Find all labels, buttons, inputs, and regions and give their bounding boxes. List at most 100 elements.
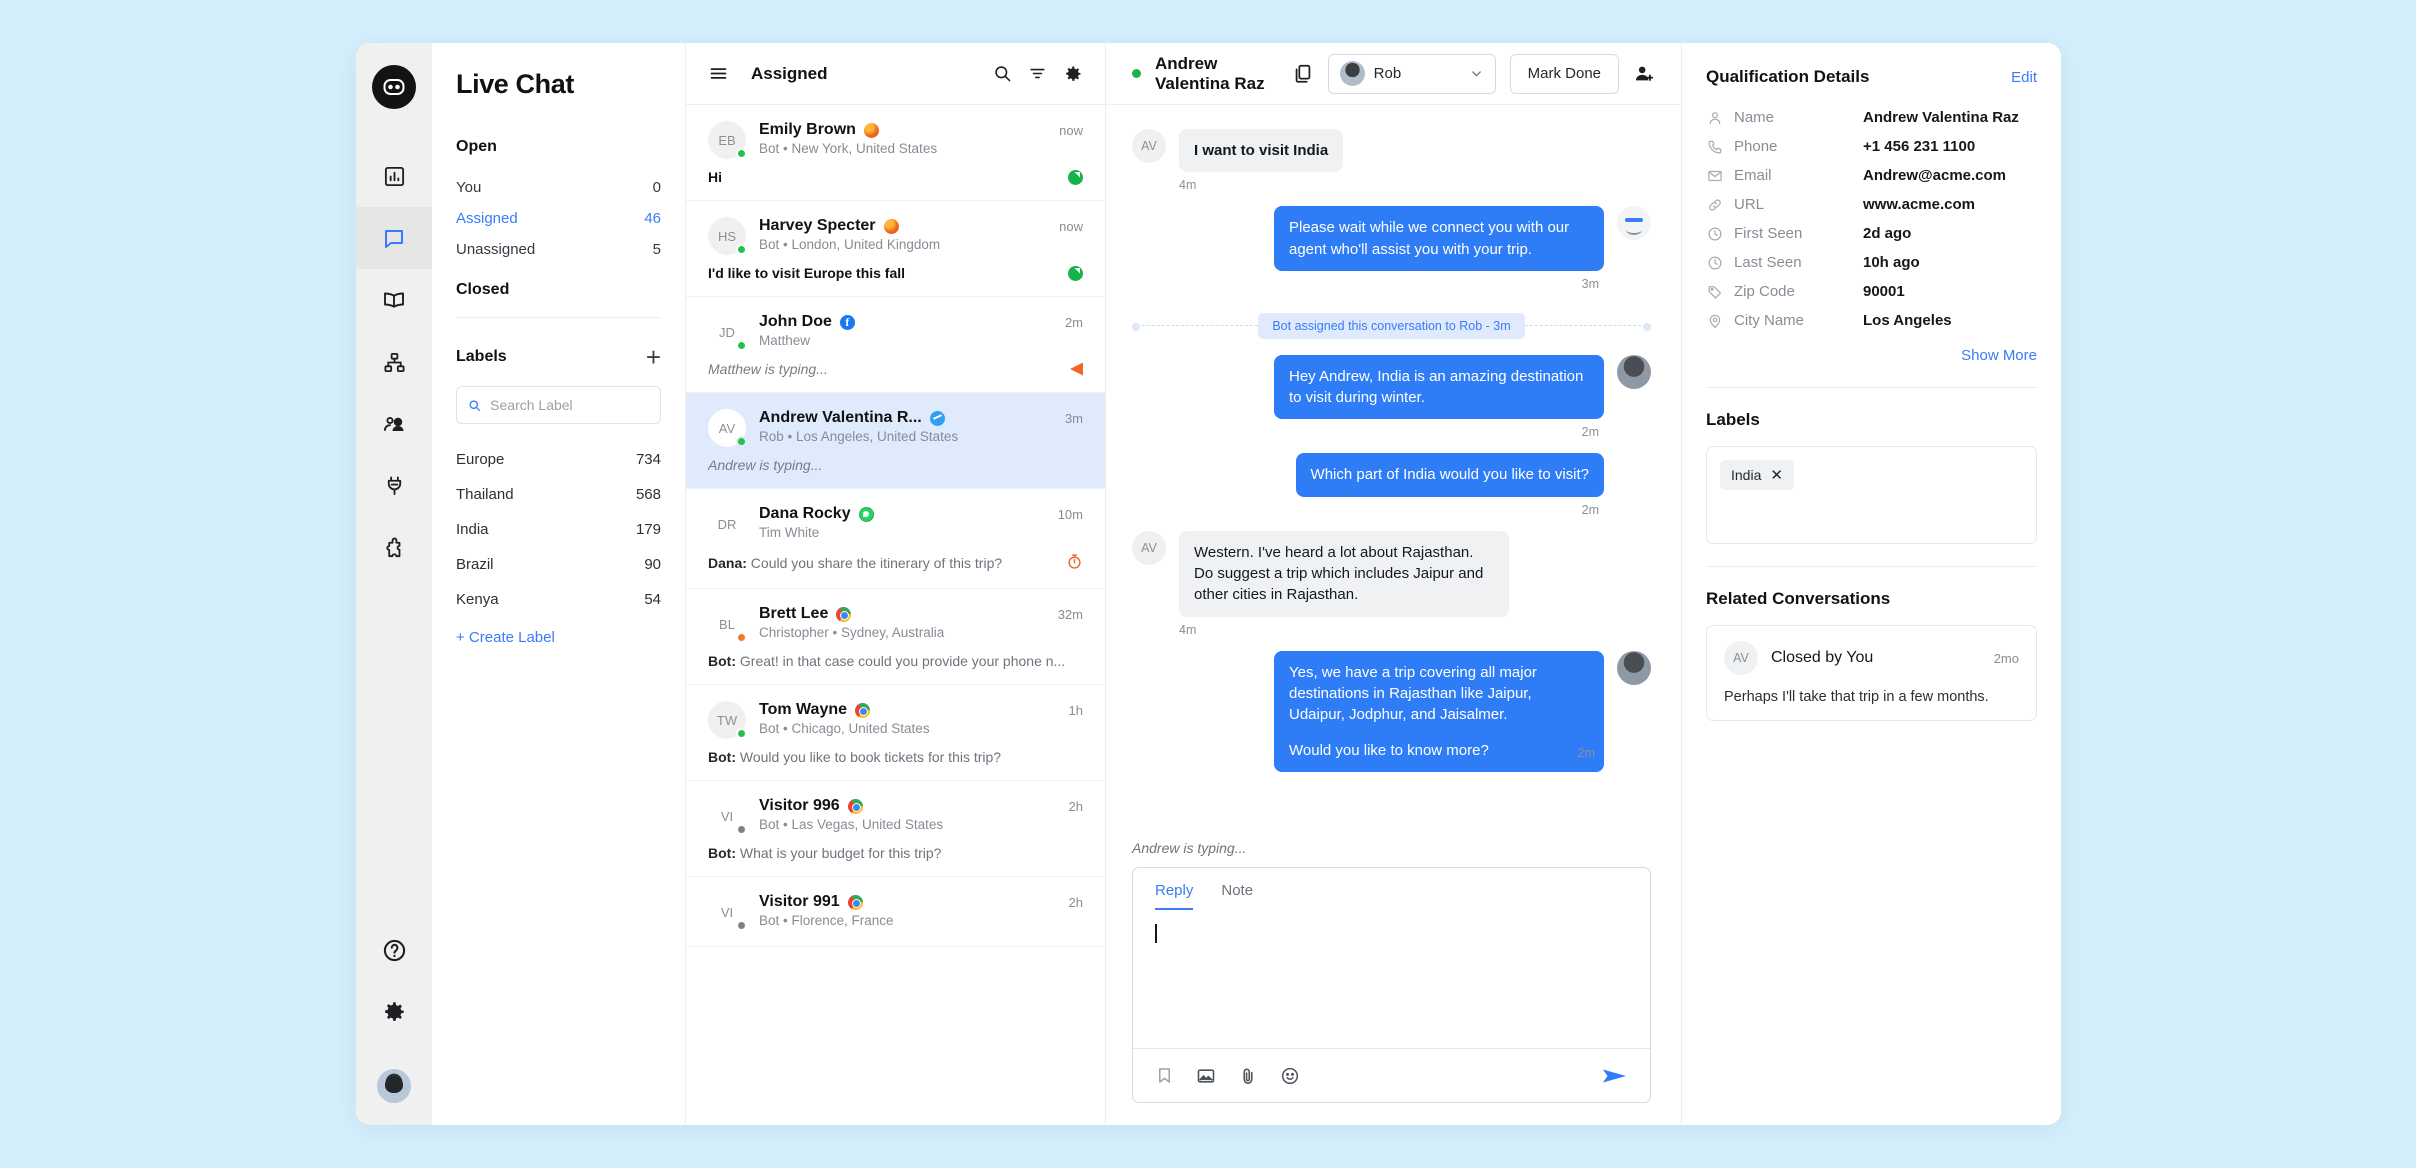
related-conversation-item[interactable]: AV Closed by You 2mo Perhaps I'll take t… — [1706, 625, 2037, 721]
label-item-india[interactable]: India 179 — [456, 512, 661, 547]
help-question-icon[interactable] — [356, 919, 432, 981]
copy-transcript-icon[interactable] — [1292, 63, 1314, 85]
sidebar-item-assigned[interactable]: Assigned 46 — [456, 203, 661, 234]
message-bubble: Hey Andrew, India is an amazing destinat… — [1274, 354, 1604, 420]
gear-icon[interactable] — [1063, 64, 1083, 84]
hamburger-menu-icon[interactable] — [708, 63, 729, 84]
settings-gear-icon[interactable] — [356, 981, 432, 1043]
label-name: Thailand — [456, 486, 514, 503]
search-icon — [469, 399, 481, 411]
search-icon[interactable] — [993, 64, 1012, 83]
closed-section-title[interactable]: Closed — [456, 281, 661, 299]
tab-reply[interactable]: Reply — [1155, 882, 1194, 910]
open-section-title: Open — [456, 138, 497, 155]
show-more-row: Show More — [1706, 347, 2037, 365]
person-icon — [1706, 110, 1723, 126]
create-label-button[interactable]: + Create Label — [456, 629, 661, 646]
conversation-time: 2m — [1064, 315, 1083, 330]
divider-line — [1524, 322, 1652, 331]
edit-button[interactable]: Edit — [2011, 69, 2037, 86]
related-conversations-title: Related Conversations — [1706, 589, 1891, 608]
emoji-smiley-icon[interactable] — [1280, 1066, 1300, 1086]
conversation-item[interactable]: BL Brett Lee Christopher • Sydney, Austr… — [686, 589, 1105, 685]
avatar-initials: BL — [719, 616, 735, 632]
label-item-thailand[interactable]: Thailand 568 — [456, 477, 661, 512]
assignee-dropdown[interactable]: Rob — [1327, 53, 1496, 94]
detail-row-zip-code: Zip Code 90001 — [1706, 277, 2037, 306]
conversation-list-header: Assigned — [686, 43, 1105, 105]
conversations-chat-icon[interactable] — [356, 207, 432, 269]
detail-label: Phone — [1734, 138, 1778, 155]
presence-dot — [736, 824, 747, 835]
integrations-plug-icon[interactable] — [356, 455, 432, 517]
contacts-people-icon[interactable] — [356, 393, 432, 455]
link-icon — [1706, 197, 1723, 213]
label-item-brazil[interactable]: Brazil 90 — [456, 547, 661, 582]
show-more-button[interactable]: Show More — [1961, 347, 2037, 364]
contact-name: Dana Rocky — [759, 505, 851, 522]
apps-puzzle-icon[interactable] — [356, 517, 432, 579]
send-paper-plane-icon[interactable] — [1602, 1065, 1628, 1087]
labels-box[interactable]: India ✕ — [1706, 446, 2037, 544]
agent-avatar — [1617, 650, 1651, 685]
message-list: AV I want to visit India 4m Please wait … — [1106, 105, 1681, 840]
image-icon[interactable] — [1196, 1066, 1216, 1086]
close-x-icon[interactable]: ✕ — [1770, 466, 1783, 484]
detail-row-phone: Phone +1 456 231 1100 — [1706, 132, 2037, 161]
preview-prefix: Bot: — [708, 845, 736, 861]
conversation-item[interactable]: VI Visitor 996 Bot • Las Vegas, United S… — [686, 781, 1105, 877]
avatar-initials: TW — [716, 712, 738, 728]
attachment-paperclip-icon[interactable] — [1238, 1066, 1258, 1086]
sidebar-item-unassigned[interactable]: Unassigned 5 — [456, 234, 661, 265]
conversation-scroll-area[interactable]: EB Emily Brown Bot • New York, United St… — [686, 105, 1105, 1125]
label-search-box[interactable] — [456, 386, 661, 424]
reports-bar-chart-icon[interactable] — [356, 145, 432, 207]
label-item-kenya[interactable]: Kenya 54 — [456, 582, 661, 617]
detail-row-url: URL www.acme.com — [1706, 190, 2037, 219]
message-incoming: AV Western. I've heard a lot about Rajas… — [1132, 530, 1651, 617]
sidebar-item-you[interactable]: You 0 — [456, 172, 661, 203]
conversation-subtitle: Bot • London, United Kingdom — [759, 237, 941, 252]
label-chip[interactable]: India ✕ — [1720, 460, 1794, 490]
presence-dot — [736, 244, 747, 255]
avatar: AV — [1132, 530, 1166, 565]
conversation-time: 2h — [1068, 895, 1083, 910]
mark-done-button[interactable]: Mark Done — [1509, 53, 1619, 94]
label-count: 734 — [635, 451, 661, 468]
resolved-status-icon — [1068, 169, 1083, 185]
detail-row-first-seen: First Seen 2d ago — [1706, 219, 2037, 248]
conversation-item[interactable]: EB Emily Brown Bot • New York, United St… — [686, 105, 1105, 201]
chatbot-logo-icon[interactable] — [372, 65, 416, 109]
label-item-europe[interactable]: Europe 734 — [456, 442, 661, 477]
canned-response-bookmark-icon[interactable] — [1155, 1066, 1174, 1085]
conversation-item[interactable]: TW Tom Wayne Bot • Chicago, United State… — [686, 685, 1105, 781]
contact-name: Visitor 991 — [759, 893, 840, 910]
conversation-item[interactable]: HS Harvey Specter Bot • London, United K… — [686, 201, 1105, 297]
detail-label: URL — [1734, 196, 1765, 213]
telegram-channel-icon — [929, 410, 945, 426]
message-input[interactable] — [1133, 910, 1650, 1048]
plus-icon[interactable]: + — [646, 344, 661, 370]
message-paragraph: Yes, we have a trip covering all major d… — [1289, 663, 1537, 724]
detail-value: Andrew@acme.com — [1863, 167, 2007, 184]
search-input[interactable] — [490, 397, 649, 413]
contact-name: Visitor 996 — [759, 797, 840, 814]
tab-note[interactable]: Note — [1221, 882, 1253, 910]
add-person-icon[interactable] — [1633, 63, 1655, 85]
assignee-avatar — [1339, 61, 1365, 86]
conversation-item[interactable]: DR Dana Rocky Tim White 10m Dana: Could … — [686, 489, 1105, 589]
location-pin-icon — [1706, 313, 1723, 329]
preview-prefix: Bot: — [708, 749, 736, 765]
conversation-preview: Could you share the itinerary of this tr… — [750, 555, 1003, 571]
conversation-item-selected[interactable]: AV Andrew Valentina R... Rob • Los Angel… — [686, 393, 1105, 489]
detail-row-name: Name Andrew Valentina Raz — [1706, 103, 2037, 132]
conversation-item[interactable]: JD John Doe Matthew 2m Matthew is typing… — [686, 297, 1105, 393]
chat-contact-name: Andrew Valentina Raz — [1155, 53, 1265, 93]
conversation-item[interactable]: VI Visitor 991 Bot • Florence, France 2h — [686, 877, 1105, 947]
filter-icon[interactable] — [1028, 64, 1047, 83]
label-count: 90 — [644, 556, 661, 573]
avatar: TW — [708, 701, 747, 739]
knowledge-book-icon[interactable] — [356, 269, 432, 331]
user-avatar[interactable] — [377, 1069, 411, 1103]
bot-flow-sitemap-icon[interactable] — [356, 331, 432, 393]
